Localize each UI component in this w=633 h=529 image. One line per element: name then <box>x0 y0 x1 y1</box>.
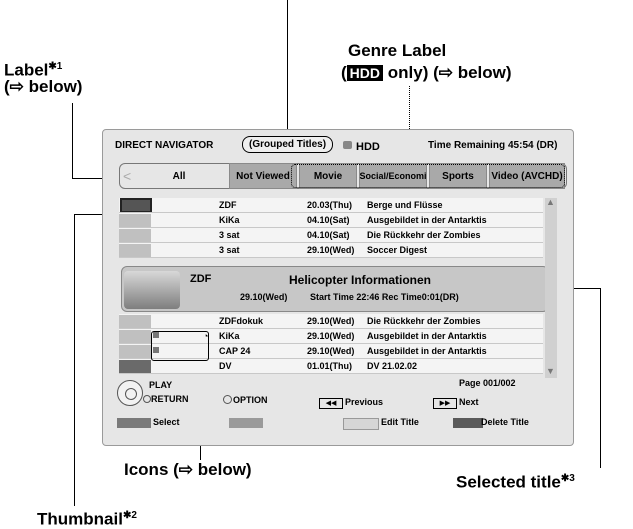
table-row[interactable]: ZDF 20.03(Thu) Berge und Flüsse <box>119 198 543 213</box>
next-icon[interactable]: ▶▶ <box>433 398 457 409</box>
selected-leader-vertical <box>600 288 601 468</box>
drive-label: HDD <box>356 141 380 153</box>
scroll-up-icon[interactable]: ▲ <box>546 197 555 207</box>
play-label: PLAY <box>149 380 173 390</box>
red-button[interactable] <box>117 418 151 428</box>
edit-title-label: Edit Title <box>381 417 419 427</box>
selected-title-row[interactable]: ZDF Helicopter Informationen 29.10(Wed) … <box>121 266 549 312</box>
table-row[interactable]: DV 01.01(Thu) DV 21.02.02 <box>119 359 543 374</box>
scroll-down-icon[interactable]: ▼ <box>546 366 555 376</box>
grouped-titles: (Grouped Titles) <box>242 136 334 153</box>
selected-title-annotation: Selected title✱3 <box>456 472 575 492</box>
hdd-badge: HDD <box>346 65 384 81</box>
genre-label-annotation-ref: (HDD only) (⇨ below) <box>341 63 512 82</box>
tab-all[interactable]: All <box>135 163 223 189</box>
selected-title: Helicopter Informationen <box>288 273 431 287</box>
green-button[interactable] <box>229 418 263 428</box>
genre-tabs-highlight <box>291 164 565 188</box>
label-leader-vertical <box>72 103 73 178</box>
previous-label: Previous <box>345 397 384 407</box>
blue-button[interactable] <box>453 418 483 428</box>
return-circle-icon <box>143 395 151 403</box>
selected-details: Start Time 22:46 Rec Time0:01(DR) <box>310 292 459 302</box>
next-label: Next <box>459 397 479 407</box>
grouped-leader-line <box>287 0 288 131</box>
tab-not-viewed[interactable]: Not Viewed <box>229 163 297 189</box>
thumbnail <box>119 330 151 343</box>
thumbnail <box>119 360 151 373</box>
thumbnail <box>119 229 151 242</box>
table-row[interactable]: KiKa 04.10(Sat) Ausgebildet in der Antar… <box>119 213 543 228</box>
time-remaining-value: 45:54 (DR) <box>508 140 558 151</box>
previous-icon[interactable]: ◀◀ <box>319 398 343 409</box>
thumbnail <box>120 198 152 213</box>
icons-annotation: Icons (⇨ below) <box>124 460 252 479</box>
label-annotation-ref: (⇨ below) <box>4 77 83 96</box>
genre-label-annotation: Genre Label <box>348 41 447 60</box>
thumbnail <box>119 244 151 257</box>
screen-title: DIRECT NAVIGATOR <box>115 140 214 151</box>
return-label: RETURN <box>151 394 189 404</box>
genre-tabs: < All Not Viewed Movie Social/Economi Sp… <box>119 163 567 189</box>
selected-date: 29.10(Wed) <box>240 292 288 302</box>
time-remaining-label: Time Remaining <box>428 140 506 151</box>
scrollbar[interactable]: ▲ ▼ <box>545 197 557 378</box>
dpad-icon <box>117 380 143 406</box>
delete-title-label: Delete Title <box>481 417 529 427</box>
thumbnail <box>119 214 151 227</box>
table-row[interactable]: ZDFdokuk 29.10(Wed) Die Rückkehr der Zom… <box>119 314 543 329</box>
table-row[interactable]: 3 sat 29.10(Wed) Soccer Digest <box>119 243 543 258</box>
table-row[interactable]: 3 sat 04.10(Sat) Die Rückkehr der Zombie… <box>119 228 543 243</box>
thumbnail-annotation: Thumbnail✱2 <box>37 509 137 529</box>
yellow-button[interactable] <box>343 418 379 430</box>
thumbnail <box>119 315 151 328</box>
select-label: Select <box>153 417 180 427</box>
thumbnail-leader-vertical <box>74 214 75 506</box>
icons-highlight-box <box>151 331 209 361</box>
chevron-left-icon[interactable]: < <box>123 168 131 184</box>
hdd-icon <box>343 141 352 149</box>
option-circle-icon <box>223 395 232 404</box>
option-label: OPTION <box>233 395 268 405</box>
page-indicator: Page 001/002 <box>459 378 516 388</box>
direct-navigator-screen: DIRECT NAVIGATOR (Grouped Titles) HDD Ti… <box>102 129 574 446</box>
thumbnail <box>119 345 151 358</box>
